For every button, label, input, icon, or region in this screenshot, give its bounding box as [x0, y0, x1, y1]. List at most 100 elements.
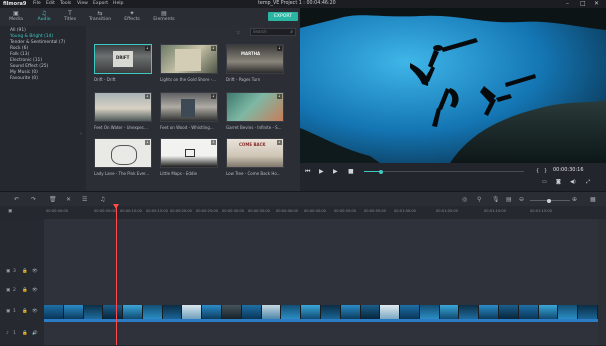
audio-item-lights[interactable]: ↓ Lights on the Gold Shore -...: [160, 44, 218, 82]
search-input[interactable]: Search ⌕: [250, 28, 296, 36]
video-track-2[interactable]: [44, 282, 598, 303]
playhead-handle[interactable]: [113, 204, 119, 209]
render-icon[interactable]: ▭: [542, 179, 547, 185]
voiceover-icon[interactable]: 🎙: [492, 196, 500, 203]
audio-mixer-icon[interactable]: ♫: [100, 196, 105, 203]
tab-titles[interactable]: T Titles: [56, 10, 84, 25]
download-icon[interactable]: ↓: [145, 94, 150, 99]
video-track-3[interactable]: [44, 264, 598, 283]
audio-item-little-maps[interactable]: ↓ Little Maps - Eddie: [160, 138, 218, 176]
eye-icon[interactable]: 👁: [32, 309, 38, 314]
adjust-icon[interactable]: ☰: [82, 196, 87, 203]
grid-view-icon[interactable]: ⁙: [236, 30, 240, 36]
lock-icon[interactable]: 🔒: [22, 309, 28, 314]
add-track-icon[interactable]: ▣: [8, 209, 12, 214]
audio-item-lady-lane[interactable]: ↓ Lady Lane - The Pink Ever...: [94, 138, 152, 176]
scrubber-handle[interactable]: [379, 169, 383, 174]
category-folk[interactable]: Folk (13): [10, 52, 29, 57]
audio-track-1[interactable]: [44, 324, 598, 346]
playhead[interactable]: [116, 204, 117, 345]
snapshot-icon[interactable]: ◙: [556, 179, 561, 185]
audio-caption: Garret Bevins - Infinite - S...: [226, 125, 282, 130]
delete-icon[interactable]: 🗑: [49, 196, 57, 203]
download-icon[interactable]: ↓: [277, 140, 282, 145]
empty-lane[interactable]: [44, 219, 598, 265]
download-icon[interactable]: ↓: [145, 46, 150, 51]
audio-item-low-tree[interactable]: COME BACK ↓ Low Tree - Come Back Ho...: [226, 138, 284, 176]
audio-item-drift[interactable]: DRIFT ↓ Drift - Drift: [94, 44, 152, 82]
render-preview-icon[interactable]: ◎: [462, 196, 467, 203]
export-button[interactable]: EXPORT: [268, 12, 298, 21]
video-clip[interactable]: [44, 305, 598, 319]
category-my-music[interactable]: My Music (0): [10, 70, 38, 75]
tab-elements[interactable]: ▤ Elements: [150, 10, 178, 25]
tab-effects[interactable]: ✦ Effects: [118, 10, 146, 25]
prev-frame-icon[interactable]: ⏮: [305, 168, 310, 176]
zoom-handle[interactable]: [547, 198, 551, 203]
download-icon[interactable]: ↓: [211, 94, 216, 99]
next-frame-icon[interactable]: ▶: [333, 168, 338, 175]
close-button[interactable]: ✕: [594, 0, 599, 7]
category-all[interactable]: All (91): [10, 28, 26, 33]
lock-icon[interactable]: 🔒: [22, 288, 28, 293]
timeline-ruler[interactable]: ▣ 00:00:00:00 00:00:05:00 00:00:10:00 00…: [0, 206, 606, 219]
audio-thumbnail: ↓: [160, 92, 218, 122]
zoom-out-icon[interactable]: ⊖: [519, 196, 524, 203]
zoom-in-icon[interactable]: ⊕: [572, 196, 577, 203]
cut-icon[interactable]: ✕: [66, 196, 71, 203]
tab-media[interactable]: ▣ Media: [2, 10, 30, 25]
ruler-label: 00:00:45:00: [304, 209, 326, 213]
tab-audio[interactable]: ♫ Audio: [30, 10, 58, 25]
mark-out-icon[interactable]: }: [544, 168, 547, 174]
audio-item-pages-turn[interactable]: MARTHA ↓ Drift - Pages Turn: [226, 44, 284, 82]
fullscreen-icon[interactable]: ⤢: [586, 179, 590, 185]
embedded-audio-waveform[interactable]: [44, 319, 598, 322]
audio-thumbnail: ↓: [226, 92, 284, 122]
effects-icon: ✦: [129, 10, 135, 17]
download-icon[interactable]: ↓: [277, 46, 282, 51]
track-header-audio-1: ♪ 1 🔒 🔊: [0, 324, 44, 345]
category-young-bright[interactable]: Young & Bright (14): [10, 34, 53, 39]
fit-timeline-icon[interactable]: ▦: [590, 196, 596, 203]
menu-help[interactable]: Help: [113, 1, 123, 6]
split-screen-icon[interactable]: ▤: [506, 196, 512, 203]
category-favourite[interactable]: Favourite (0): [10, 76, 38, 81]
tab-transition[interactable]: ⇆ Transition: [86, 10, 114, 25]
audio-item-feet-on-water[interactable]: ↓ Feet On Water - Unexpec...: [94, 92, 152, 130]
preview-scrubber[interactable]: [364, 171, 524, 172]
category-sound-effect[interactable]: Sound Effect (25): [10, 64, 48, 69]
collapse-sidebar-icon[interactable]: ›: [80, 131, 82, 137]
category-electronic[interactable]: Electronic (11): [10, 58, 42, 63]
menu-export[interactable]: Export: [93, 1, 108, 6]
ruler-label: 00:00:05:00: [94, 209, 116, 213]
undo-icon[interactable]: ↶: [14, 196, 19, 203]
audio-item-garret-bevins[interactable]: ↓ Garret Bevins - Infinite - S...: [226, 92, 284, 130]
menu-tools[interactable]: Tools: [60, 1, 71, 6]
minimize-button[interactable]: –: [566, 0, 569, 7]
menu-view[interactable]: View: [77, 1, 88, 6]
speaker-icon[interactable]: 🔊: [32, 331, 38, 336]
download-icon[interactable]: ↓: [277, 94, 282, 99]
play-icon[interactable]: ▶: [319, 168, 324, 175]
menu-edit[interactable]: Edit: [46, 1, 55, 6]
eye-icon[interactable]: 👁: [32, 269, 38, 274]
eye-icon[interactable]: 👁: [32, 288, 38, 293]
redo-icon[interactable]: ↷: [31, 196, 36, 203]
marker-icon[interactable]: ⚲: [477, 196, 481, 203]
audio-thumbnail: ↓: [160, 44, 218, 74]
ruler-label: 00:00:50:00: [334, 209, 356, 213]
download-icon[interactable]: ↓: [211, 140, 216, 145]
video-preview[interactable]: [300, 8, 606, 163]
download-icon[interactable]: ↓: [145, 140, 150, 145]
lock-icon[interactable]: 🔒: [22, 331, 28, 336]
lock-icon[interactable]: 🔒: [22, 269, 28, 274]
maximize-button[interactable]: □: [580, 0, 586, 7]
category-rock[interactable]: Rock (6): [10, 46, 28, 51]
category-tender[interactable]: Tender & Sentimental (7): [10, 40, 65, 45]
menu-file[interactable]: File: [33, 1, 41, 6]
download-icon[interactable]: ↓: [211, 46, 216, 51]
volume-icon[interactable]: ◀): [570, 179, 576, 185]
stop-icon[interactable]: ■: [348, 168, 354, 175]
audio-item-feet-on-wood[interactable]: ↓ Feet on Wood - Whistling...: [160, 92, 218, 130]
mark-in-icon[interactable]: {: [536, 168, 539, 174]
